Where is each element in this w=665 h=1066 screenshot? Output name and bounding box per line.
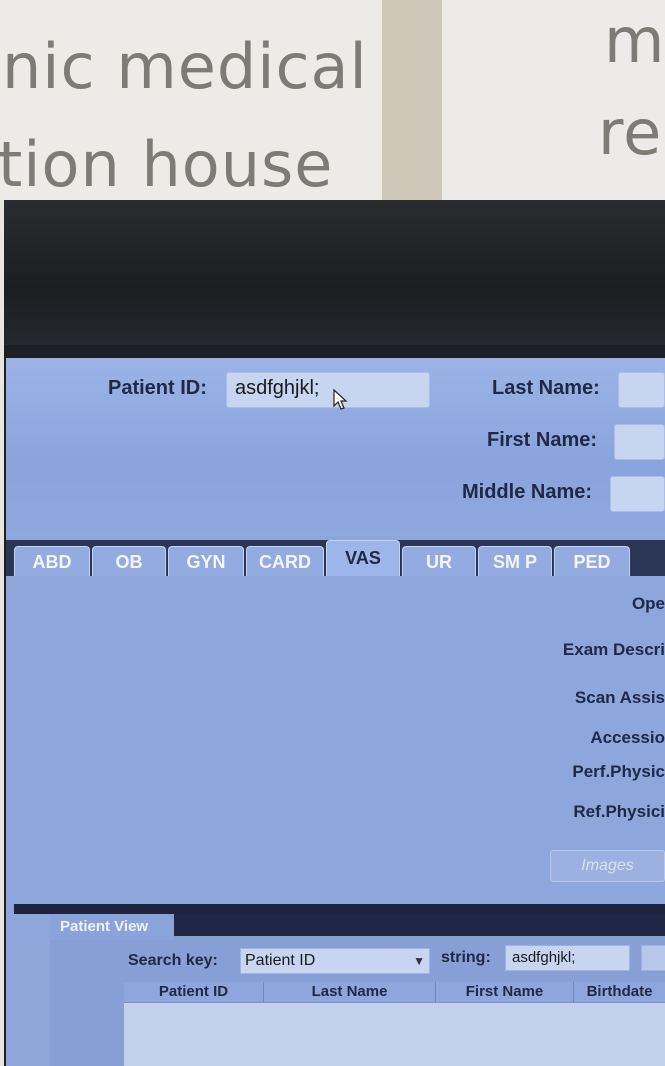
column-patient-id[interactable]: Patient ID <box>124 982 264 1002</box>
mouse-cursor-icon <box>333 388 348 410</box>
sign-text-line1: nic medical <box>2 30 368 103</box>
exam-description-label: Exam Descri <box>562 640 665 659</box>
sign-text-line2: tion house <box>0 128 334 200</box>
search-string-field[interactable]: asdfghjkl; <box>505 945 630 971</box>
background-sign-right: m re <box>442 0 665 200</box>
column-first-name[interactable]: First Name <box>436 982 574 1002</box>
background-sign-left: nic medical tion house <box>0 0 382 200</box>
tab-ur[interactable]: UR <box>402 546 476 576</box>
tab-ped[interactable]: PED <box>554 546 630 576</box>
tab-smp[interactable]: SM P <box>478 546 552 576</box>
images-button[interactable]: Images <box>550 850 665 882</box>
patient-id-label: Patient ID: <box>108 377 207 399</box>
middle-name-field[interactable] <box>610 476 665 512</box>
chevron-down-icon: ▼ <box>413 954 425 968</box>
tab-patient-view[interactable]: Patient View <box>50 914 174 940</box>
column-birthdate[interactable]: Birthdate <box>574 982 665 1002</box>
last-name-label: Last Name: <box>492 377 600 399</box>
last-name-field[interactable] <box>618 372 665 408</box>
tab-gyn[interactable]: GYN <box>168 546 244 576</box>
scan-assistant-label: Scan Assis <box>574 688 665 707</box>
tab-vas[interactable]: VAS <box>326 540 400 578</box>
search-key-select[interactable]: Patient ID ▼ <box>240 948 430 974</box>
tab-card[interactable]: CARD <box>246 546 324 576</box>
background-wall-gap <box>382 0 442 200</box>
section-divider <box>14 904 665 914</box>
sign-right-line1: m <box>604 4 665 77</box>
operator-label: Ope <box>631 594 665 613</box>
middle-name-label: Middle Name: <box>462 481 593 503</box>
tab-abd[interactable]: ABD <box>14 546 90 576</box>
perf-physician-label: Perf.Physic <box>572 762 665 781</box>
accession-label: Accessio <box>590 728 665 747</box>
tab-ob[interactable]: OB <box>92 546 166 576</box>
patient-id-field[interactable]: asdfghjkl; <box>226 372 430 408</box>
search-key-value: Patient ID <box>245 952 316 969</box>
first-name-label: First Name: <box>487 429 598 451</box>
search-key-label: Search key: <box>128 952 218 969</box>
patient-list-header: Patient ID Last Name First Name Birthdat… <box>124 982 665 1003</box>
patient-view-tab-strip <box>174 914 665 936</box>
patient-list-table: Patient ID Last Name First Name Birthdat… <box>124 982 665 1066</box>
column-last-name[interactable]: Last Name <box>264 982 436 1002</box>
search-button[interactable] <box>641 945 665 971</box>
ref-physician-label: Ref.Physici <box>573 802 665 821</box>
monitor-bezel-top <box>4 200 665 345</box>
string-label: string: <box>441 949 491 966</box>
sign-right-line2: re <box>598 96 663 169</box>
first-name-field[interactable] <box>614 424 665 460</box>
